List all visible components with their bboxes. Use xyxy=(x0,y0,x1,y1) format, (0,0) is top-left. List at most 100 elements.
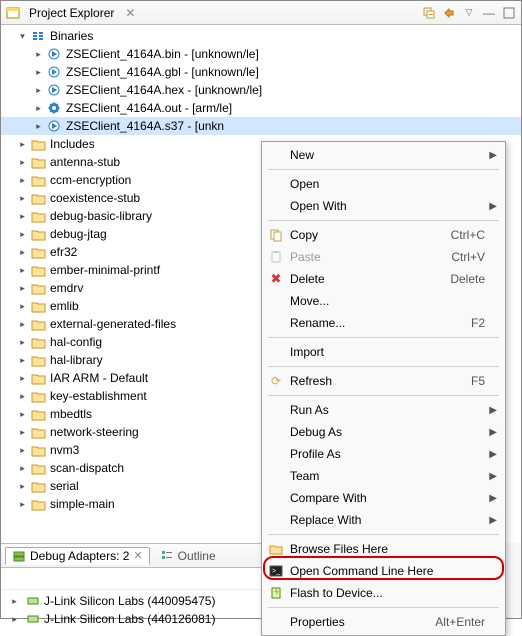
tree-label: network-steering xyxy=(50,425,139,439)
twisty-collapsed-icon[interactable]: ▸ xyxy=(9,596,20,607)
folder-icon xyxy=(30,478,46,494)
twisty-collapsed-icon[interactable]: ▸ xyxy=(33,121,44,132)
collapse-all-icon[interactable] xyxy=(421,5,437,21)
twisty-collapsed-icon[interactable]: ▸ xyxy=(17,175,28,186)
separator xyxy=(268,395,499,396)
submenu-arrow-icon: ▶ xyxy=(485,471,497,482)
tab-outline[interactable]: Outline xyxy=(154,548,222,564)
tree-node-binary[interactable]: ▸ ZSEClient_4164A.out - [arm/le] xyxy=(1,99,521,117)
ctx-cmdline[interactable]: >_Open Command Line Here xyxy=(264,560,503,582)
twisty-collapsed-icon[interactable]: ▸ xyxy=(33,49,44,60)
twisty-collapsed-icon[interactable]: ▸ xyxy=(17,337,28,348)
tree-label: debug-basic-library xyxy=(50,209,152,223)
twisty-collapsed-icon[interactable]: ▸ xyxy=(17,265,28,276)
folder-icon xyxy=(30,406,46,422)
delete-icon: ✖ xyxy=(266,271,286,287)
ctx-refresh[interactable]: ⟳RefreshF5 xyxy=(264,370,503,392)
tree-label: emdrv xyxy=(50,281,83,295)
ctx-replace[interactable]: Replace With▶ xyxy=(264,509,503,531)
ctx-browse[interactable]: Browse Files Here xyxy=(264,538,503,560)
twisty-collapsed-icon[interactable]: ▸ xyxy=(17,391,28,402)
ctx-flash[interactable]: Flash to Device... xyxy=(264,582,503,604)
ctx-paste: PasteCtrl+V xyxy=(264,246,503,268)
ctx-open[interactable]: Open xyxy=(264,173,503,195)
twisty-collapsed-icon[interactable]: ▸ xyxy=(17,445,28,456)
twisty-collapsed-icon[interactable]: ▸ xyxy=(17,247,28,258)
flash-icon xyxy=(266,586,286,600)
ctx-rename[interactable]: Rename...F2 xyxy=(264,312,503,334)
submenu-arrow-icon: ▶ xyxy=(485,405,497,416)
view-menu-icon[interactable]: ▽ xyxy=(461,5,477,21)
terminal-icon: >_ xyxy=(266,565,286,577)
ctx-compare[interactable]: Compare With▶ xyxy=(264,487,503,509)
twisty-collapsed-icon[interactable]: ▸ xyxy=(17,157,28,168)
tree-label: ZSEClient_4164A.hex - [unknown/le] xyxy=(66,83,262,97)
tree-label: debug-jtag xyxy=(50,227,107,241)
binaries-icon xyxy=(30,28,46,44)
tree-label: Binaries xyxy=(50,29,93,43)
twisty-collapsed-icon[interactable]: ▸ xyxy=(17,463,28,474)
submenu-arrow-icon: ▶ xyxy=(485,449,497,460)
adapter-label: J-Link Silicon Labs (440126081) xyxy=(44,612,215,626)
folder-icon xyxy=(30,262,46,278)
twisty-collapsed-icon[interactable]: ▸ xyxy=(17,355,28,366)
folder-icon xyxy=(30,388,46,404)
close-tab-icon[interactable]: ✕ xyxy=(133,549,142,562)
twisty-collapsed-icon[interactable]: ▸ xyxy=(17,211,28,222)
tree-node-binaries[interactable]: ▾ Binaries xyxy=(1,27,521,45)
tree-label: serial xyxy=(50,479,79,493)
tree-label: coexistence-stub xyxy=(50,191,140,205)
twisty-collapsed-icon[interactable]: ▸ xyxy=(17,283,28,294)
binary-file-icon xyxy=(46,82,62,98)
minimize-icon[interactable]: — xyxy=(481,5,497,21)
twisty-collapsed-icon[interactable]: ▸ xyxy=(17,481,28,492)
ctx-open-with[interactable]: Open With▶ xyxy=(264,195,503,217)
folder-icon xyxy=(30,316,46,332)
ctx-new[interactable]: New▶ xyxy=(264,144,503,166)
twisty-collapsed-icon[interactable]: ▸ xyxy=(17,301,28,312)
ctx-debug-as[interactable]: Debug As▶ xyxy=(264,421,503,443)
adapter-icon xyxy=(26,594,40,608)
twisty-collapsed-icon[interactable]: ▸ xyxy=(17,373,28,384)
folder-icon xyxy=(30,244,46,260)
twisty-collapsed-icon[interactable]: ▸ xyxy=(17,139,28,150)
folder-icon xyxy=(30,496,46,512)
maximize-icon[interactable] xyxy=(501,5,517,21)
twisty-collapsed-icon[interactable]: ▸ xyxy=(17,409,28,420)
twisty-collapsed-icon[interactable]: ▸ xyxy=(17,427,28,438)
binary-exec-icon xyxy=(46,100,62,116)
twisty-collapsed-icon[interactable]: ▸ xyxy=(17,193,28,204)
tab-debug-adapters[interactable]: Debug Adapters: 2 ✕ xyxy=(5,547,150,565)
twisty-collapsed-icon[interactable]: ▸ xyxy=(17,499,28,510)
twisty-expanded-icon[interactable]: ▾ xyxy=(17,31,28,42)
twisty-collapsed-icon[interactable]: ▸ xyxy=(9,614,20,625)
link-editor-icon[interactable] xyxy=(441,5,457,21)
twisty-collapsed-icon[interactable]: ▸ xyxy=(17,319,28,330)
ctx-profile-as[interactable]: Profile As▶ xyxy=(264,443,503,465)
folder-icon xyxy=(30,442,46,458)
twisty-collapsed-icon[interactable]: ▸ xyxy=(33,85,44,96)
folder-icon xyxy=(30,424,46,440)
tree-node-binary[interactable]: ▸ ZSEClient_4164A.gbl - [unknown/le] xyxy=(1,63,521,81)
folder-icon xyxy=(266,543,286,555)
close-view-icon[interactable]: ✕ xyxy=(122,5,138,21)
twisty-collapsed-icon[interactable]: ▸ xyxy=(33,67,44,78)
separator xyxy=(268,169,499,170)
tree-node-binary-selected[interactable]: ▸ ZSEClient_4164A.s37 - [unkn xyxy=(1,117,521,135)
ctx-team[interactable]: Team▶ xyxy=(264,465,503,487)
twisty-collapsed-icon[interactable]: ▸ xyxy=(17,229,28,240)
tab-label: Debug Adapters: 2 xyxy=(30,549,129,563)
tree-node-binary[interactable]: ▸ ZSEClient_4164A.hex - [unknown/le] xyxy=(1,81,521,99)
debug-adapters-icon xyxy=(12,549,26,563)
folder-icon xyxy=(30,370,46,386)
ctx-copy[interactable]: CopyCtrl+C xyxy=(264,224,503,246)
ctx-move[interactable]: Move... xyxy=(264,290,503,312)
ctx-delete[interactable]: ✖DeleteDelete xyxy=(264,268,503,290)
twisty-collapsed-icon[interactable]: ▸ xyxy=(33,103,44,114)
tree-node-binary[interactable]: ▸ ZSEClient_4164A.bin - [unknown/le] xyxy=(1,45,521,63)
refresh-icon: ⟳ xyxy=(266,374,286,388)
ctx-run-as[interactable]: Run As▶ xyxy=(264,399,503,421)
ctx-properties[interactable]: PropertiesAlt+Enter xyxy=(264,611,503,633)
folder-icon xyxy=(30,352,46,368)
ctx-import[interactable]: Import xyxy=(264,341,503,363)
